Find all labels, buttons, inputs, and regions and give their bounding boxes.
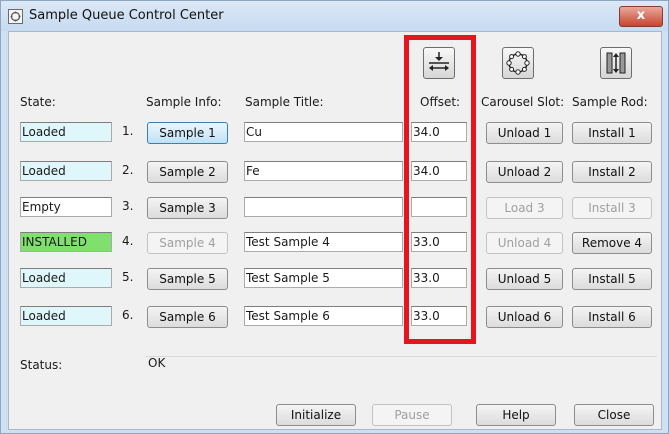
sample-title-input[interactable]: Fe bbox=[244, 161, 403, 181]
sample-index: 1. bbox=[122, 124, 134, 138]
sample-rod-button[interactable]: Install 6 bbox=[572, 306, 652, 328]
carousel-icon[interactable] bbox=[502, 47, 534, 79]
sample-info-button[interactable]: Sample 3 bbox=[147, 197, 228, 219]
sample-title-input[interactable]: Test Sample 6 bbox=[244, 306, 403, 326]
close-button[interactable]: Close bbox=[574, 404, 654, 426]
sample-rod-button[interactable]: Install 3 bbox=[572, 197, 652, 219]
app-icon bbox=[8, 9, 23, 24]
sample-index: 6. bbox=[122, 308, 134, 322]
offset-align-icon[interactable] bbox=[423, 47, 455, 79]
sample-rod-button[interactable]: Remove 4 bbox=[572, 232, 652, 254]
title-bar: Sample Queue Control Center x bbox=[1, 1, 668, 31]
sample-index: 3. bbox=[122, 199, 134, 213]
carousel-slot-button[interactable]: Unload 5 bbox=[486, 268, 563, 290]
sample-info-button[interactable]: Sample 6 bbox=[147, 306, 228, 328]
state-header: State: bbox=[20, 95, 56, 109]
carousel-slot-header: Carousel Slot: bbox=[481, 95, 565, 109]
offset-input[interactable]: 33.0 bbox=[411, 232, 467, 252]
sample-title-header: Sample Title: bbox=[245, 95, 324, 109]
sample-info-button[interactable]: Sample 1 bbox=[147, 122, 228, 144]
status-divider bbox=[145, 356, 657, 357]
sample-rod-button[interactable]: Install 5 bbox=[572, 268, 652, 290]
app-window: Sample Queue Control Center x bbox=[0, 0, 669, 434]
sample-title-input[interactable] bbox=[244, 197, 403, 217]
offset-input[interactable] bbox=[411, 197, 467, 217]
sample-state-field: Loaded bbox=[20, 161, 112, 181]
sample-index: 4. bbox=[122, 234, 134, 248]
offset-input[interactable]: 33.0 bbox=[411, 306, 467, 326]
carousel-slot-button[interactable]: Unload 1 bbox=[486, 122, 563, 144]
status-value: OK bbox=[148, 356, 166, 370]
carousel-slot-button[interactable]: Load 3 bbox=[486, 197, 563, 219]
sample-index: 5. bbox=[122, 270, 134, 284]
sample-info-button[interactable]: Sample 5 bbox=[147, 268, 228, 290]
offset-header: Offset: bbox=[420, 95, 461, 109]
sample-rod-header: Sample Rod: bbox=[572, 95, 648, 109]
carousel-slot-button[interactable]: Unload 2 bbox=[486, 161, 563, 183]
sample-state-field: INSTALLED bbox=[20, 232, 112, 252]
offset-input[interactable]: 34.0 bbox=[411, 161, 467, 181]
offset-input[interactable]: 33.0 bbox=[411, 268, 467, 288]
sample-title-input[interactable]: Test Sample 5 bbox=[244, 268, 403, 288]
close-icon[interactable]: x bbox=[637, 8, 645, 23]
sample-rod-button[interactable]: Install 2 bbox=[572, 161, 652, 183]
offset-input[interactable]: 34.0 bbox=[411, 122, 467, 142]
sample-title-input[interactable]: Test Sample 4 bbox=[244, 232, 403, 252]
initialize-button[interactable]: Initialize bbox=[276, 404, 356, 426]
carousel-slot-button[interactable]: Unload 6 bbox=[486, 306, 563, 328]
sample-state-field: Loaded bbox=[20, 122, 112, 142]
client-area bbox=[8, 31, 662, 430]
carousel-slot-button[interactable]: Unload 4 bbox=[486, 232, 563, 254]
status-label: Status: bbox=[20, 358, 63, 372]
sample-state-field: Loaded bbox=[20, 306, 112, 326]
help-button[interactable]: Help bbox=[476, 404, 556, 426]
window-close-button[interactable]: x bbox=[619, 6, 663, 27]
sample-state-field: Empty bbox=[20, 197, 112, 217]
pause-button[interactable]: Pause bbox=[372, 404, 452, 426]
sample-info-header: Sample Info: bbox=[146, 95, 222, 109]
sample-state-field: Loaded bbox=[20, 268, 112, 288]
sample-rod-icon[interactable] bbox=[600, 47, 632, 79]
sample-info-button[interactable]: Sample 4 bbox=[147, 232, 228, 254]
sample-rod-button[interactable]: Install 1 bbox=[572, 122, 652, 144]
sample-info-button[interactable]: Sample 2 bbox=[147, 161, 228, 183]
sample-index: 2. bbox=[122, 163, 134, 177]
window-title: Sample Queue Control Center bbox=[29, 8, 224, 23]
sample-title-input[interactable]: Cu bbox=[244, 122, 403, 142]
